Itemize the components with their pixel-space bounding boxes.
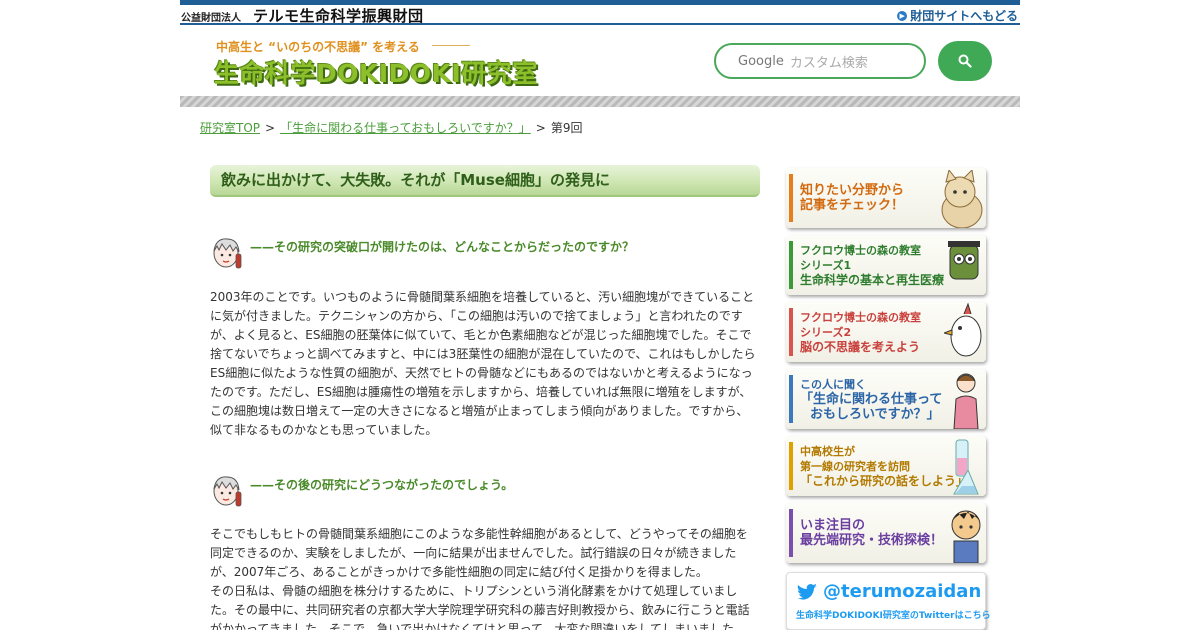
banner-line: おもしろいですか？」	[810, 406, 940, 422]
paragraph-line: が、2007年ごろ、あることがきっかけで多能性細胞の同定に結び付く足掛かりを得ま…	[210, 565, 708, 579]
breadcrumb-current: 第9回	[550, 121, 583, 135]
paragraph-line: たのです。ただし、ES細胞は腫瘍性の増殖を示しますから、培養していれば無限に増殖…	[210, 385, 752, 399]
page: 公益財団法人 テルモ生命科学振興財団 ▶ 財団サイトへもどる 中高生と “いのち…	[180, 0, 1020, 630]
cat-icon	[941, 170, 983, 228]
sidebar-banner-owl-series1[interactable]: フクロウ博士の森の教室 シリーズ1 生命科学の基本と再生医療	[786, 235, 986, 295]
breadcrumb-separator: >	[265, 121, 276, 135]
tagline-rule	[432, 45, 470, 46]
banner-line: 脳の不思議を考えよう	[800, 339, 921, 354]
paragraph-line: が、よく見ると、ES細胞の胚葉体に似ていて、毛とか色素細胞などが混じった細胞塊で…	[210, 328, 752, 342]
banner-line: 「生命に関わる仕事って	[800, 391, 943, 407]
twitter-handle: @terumozaidan	[823, 581, 982, 602]
bird-icon	[944, 302, 982, 357]
site-logo[interactable]: 生命科学DOKIDOKI研究室	[214, 54, 538, 90]
banner-accent	[789, 442, 793, 490]
breadcrumb-separator: >	[535, 121, 546, 135]
site-tagline: 中高生と “いのちの不思議” を考える	[216, 40, 420, 54]
breadcrumb-top[interactable]: 研究室TOP	[200, 121, 260, 135]
org-header: 公益財団法人 テルモ生命科学振興財団 ▶ 財団サイトへもどる	[180, 5, 1020, 25]
paragraph-line: 同定できるのか、実験をしましたが、一向に結果が出ませんでした。試行錯誤の日々が続…	[210, 546, 737, 560]
arrow-circle-icon: ▶	[897, 10, 908, 21]
banner-line: 最先端研究・技術探検！	[800, 533, 944, 548]
question-1: ——その研究の突破口が開けたのは、どんなことからだったのですか？	[210, 236, 634, 274]
search-icon	[958, 54, 972, 68]
banner-line: 生命科学の基本と再生医療	[800, 272, 945, 287]
header-divider	[180, 96, 1020, 107]
boy-icon	[951, 510, 981, 563]
banner-line: 記事をチェック！	[800, 198, 905, 213]
interviewer-face-icon	[210, 474, 246, 512]
sidebar-banner-student-visit[interactable]: 中高校生が 第一線の研究者を訪問 「これから研究の話をしよう」	[786, 436, 986, 496]
paragraph-line: 捨てないでちょっと調べてみますと、中には3胚葉性の細胞が混在していたので、これは…	[210, 347, 756, 361]
banner-line: フクロウ博士の森の教室	[800, 310, 921, 324]
banner-line: フクロウ博士の森の教室	[800, 243, 921, 257]
banner-line: シリーズ2	[800, 325, 852, 339]
back-to-foundation-link[interactable]: ▶ 財団サイトへもどる	[897, 7, 1018, 24]
question-2: ——その後の研究にどうつながったのでしょう。	[210, 474, 513, 512]
breadcrumb-series[interactable]: 「生命に関わる仕事っておもしろいですか？」	[280, 121, 531, 135]
flask-icon	[953, 439, 979, 495]
sidebar-banner-owl-series2[interactable]: フクロウ博士の森の教室 シリーズ2 脳の不思議を考えよう	[786, 302, 986, 362]
sidebar-banner-topics[interactable]: 知りたい分野から 記事をチェック！	[786, 168, 986, 228]
paragraph-line: ES細胞に似たような性質の細胞が、天然でヒトの骨髄などにもあるのではないかと考え…	[210, 366, 753, 380]
banner-line: 第一線の研究者を訪問	[800, 459, 910, 473]
sidebar-banner-interview[interactable]: この人に聞く 「生命に関わる仕事って おもしろいですか？」	[786, 369, 986, 429]
banner-line: 知りたい分野から	[800, 183, 905, 198]
banner-accent	[789, 241, 793, 289]
banner-accent	[789, 308, 793, 356]
search-input[interactable]: Google カスタム検索	[714, 43, 926, 79]
search-placeholder: カスタム検索	[789, 55, 868, 71]
twitter-subtext: 生命科学DOKIDOKI研究室のTwitterはこちら	[796, 611, 991, 621]
org-name[interactable]: テルモ生命科学振興財団	[253, 5, 424, 26]
question-text: ——その後の研究にどうつながったのでしょう。	[250, 478, 514, 492]
twitter-banner[interactable]: @terumozaidan 生命科学DOKIDOKI研究室のTwitterはこち…	[786, 572, 991, 630]
sidebar-banner-frontier[interactable]: いま注目の 最先端研究・技術探検！	[786, 503, 986, 563]
person-icon	[953, 373, 979, 429]
interviewer-face-icon	[210, 236, 246, 274]
twitter-bird-icon	[797, 583, 817, 600]
back-link-label: 財団サイトへもどる	[910, 9, 1018, 23]
article-heading: 飲みに出かけて、大失敗。それが「Muse細胞」の発見に	[210, 165, 760, 197]
banner-line: シリーズ1	[800, 258, 852, 272]
answer-paragraph-1: 2003年のことです。いつものように骨髄間葉系細胞を培養していると、汚い細胞塊が…	[210, 288, 760, 440]
paragraph-line: 2003年のことです。いつものように骨髄間葉系細胞を培養していると、汚い細胞塊が…	[210, 290, 755, 304]
paragraph-line: がかかってきました。そこで、急いで出かけなくてはと思って、大変な間違いをしてしま…	[210, 622, 735, 630]
question-text: ——その研究の突破口が開けたのは、どんなことからだったのですか？	[250, 240, 635, 254]
paragraph-line: その日私は、骨髄の細胞を株分けするために、トリプシンという消化酵素をかけて処理し…	[210, 584, 738, 598]
paragraph-line: この細胞塊は数日増えて一定の大きさになると増殖が止まってしまう傾向がありました。…	[210, 404, 749, 418]
paragraph-line: そこでもしもヒトの骨髄間葉系細胞にこのような多能性幹細胞があるとして、どうやって…	[210, 527, 748, 541]
banner-accent	[789, 174, 793, 222]
paragraph-line: た。その最中に、共同研究者の京都大学大学院理学研究科の藤吉好則教授から、飲みに行…	[210, 603, 750, 617]
banner-line: いま注目の	[800, 518, 866, 533]
search-button[interactable]	[938, 41, 992, 81]
banner-line: 「これから研究の話をしよう」	[800, 473, 969, 488]
paragraph-line: 似て非なるものかなとも思っていました。	[210, 423, 438, 437]
search-brand: Google	[738, 53, 784, 69]
banner-line: 中高校生が	[800, 444, 855, 458]
org-prefix: 公益財団法人	[181, 13, 241, 24]
banner-accent	[789, 509, 793, 557]
breadcrumb: 研究室TOP > 「生命に関わる仕事っておもしろいですか？」 > 第9回	[200, 119, 582, 136]
paragraph-line: に気が付きました。テクニシャンの方から、「この細胞は汚いので捨てましょう」と言わ…	[210, 309, 743, 323]
owl-icon	[948, 241, 980, 280]
answer-paragraph-2: そこでもしもヒトの骨髄間葉系細胞にこのような多能性幹細胞があるとして、どうやって…	[210, 525, 760, 630]
banner-accent	[789, 375, 793, 423]
banner-line: この人に聞く	[800, 377, 866, 391]
